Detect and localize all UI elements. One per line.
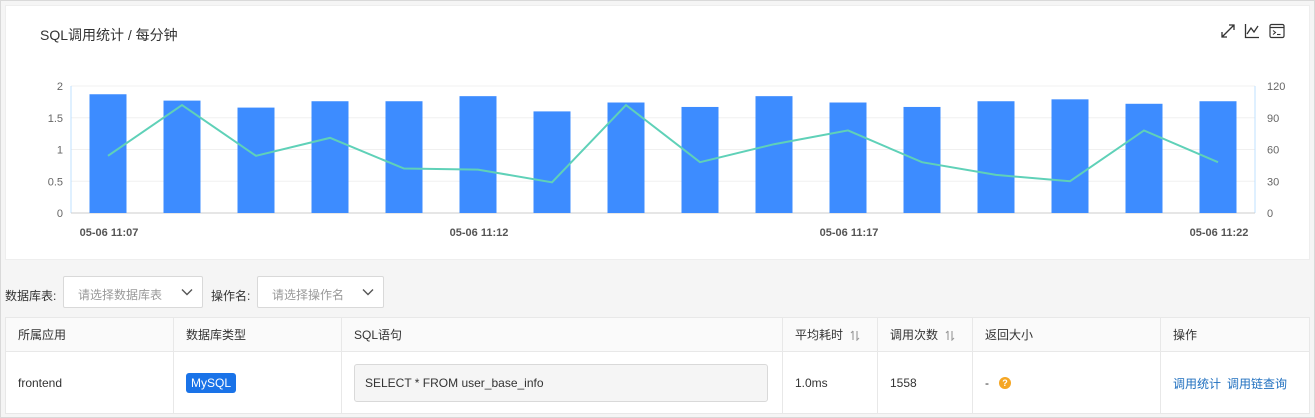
bar bbox=[903, 106, 941, 213]
bar bbox=[163, 100, 201, 213]
bar bbox=[1051, 99, 1089, 213]
chevron-down-icon bbox=[181, 289, 193, 296]
header-actions: 操作 bbox=[1161, 318, 1309, 352]
bar bbox=[459, 96, 497, 213]
operation-select[interactable]: 请选择操作名 bbox=[257, 276, 384, 308]
x-tick-label: 05-06 11:12 bbox=[450, 227, 509, 239]
y-left-tick-label: 0 bbox=[57, 208, 63, 220]
bar bbox=[237, 107, 275, 213]
sql-stats-panel: SQL调用统计 / 每分钟 0 0.5 1 1.5 2 0 30 60 90 120 05-06 1… bbox=[0, 0, 1315, 418]
header-calls[interactable]: 调用次数 bbox=[878, 318, 973, 352]
header-return-size: 返回大小 bbox=[973, 318, 1161, 352]
bar bbox=[311, 101, 349, 213]
cell-return-size: - ? bbox=[973, 352, 1161, 414]
sql-calls-chart: 0 0.5 1 1.5 2 0 30 60 90 120 05-06 11:07 05-06 11:1… bbox=[48, 81, 1286, 239]
db-table-select[interactable]: 请选择数据库表 bbox=[63, 276, 203, 308]
cell-actions: 调用统计 调用链查询 bbox=[1161, 352, 1309, 414]
sort-icon[interactable] bbox=[945, 330, 955, 342]
y-right-tick-label: 60 bbox=[1267, 145, 1279, 157]
header-avg-time-label: 平均耗时 bbox=[795, 328, 844, 342]
bar bbox=[755, 96, 793, 213]
y-left-tick-label: 1 bbox=[57, 145, 63, 157]
bar bbox=[533, 111, 571, 213]
sort-icon[interactable] bbox=[850, 330, 860, 342]
help-icon[interactable]: ? bbox=[999, 377, 1011, 389]
db-table-placeholder: 请选择数据库表 bbox=[78, 288, 163, 302]
return-size-value: - bbox=[985, 376, 989, 390]
header-app: 所属应用 bbox=[6, 318, 174, 352]
y-right-tick-label: 0 bbox=[1267, 208, 1273, 220]
cell-avg-time: 1.0ms bbox=[783, 352, 878, 414]
cell-sql: SELECT * FROM user_base_info bbox=[342, 352, 783, 414]
y-left-tick-label: 2 bbox=[57, 81, 63, 93]
call-stats-link[interactable]: 调用统计 bbox=[1173, 375, 1221, 392]
chart-card: SQL调用统计 / 每分钟 0 0.5 1 1.5 2 0 30 60 90 120 05-06 1… bbox=[5, 5, 1310, 260]
x-tick-label: 05-06 11:07 bbox=[80, 227, 139, 239]
bar bbox=[385, 101, 423, 213]
operation-placeholder: 请选择操作名 bbox=[272, 288, 345, 302]
header-sql: SQL语句 bbox=[342, 318, 783, 352]
trace-query-link[interactable]: 调用链查询 bbox=[1227, 375, 1287, 392]
x-tick-label: 05-06 11:22 bbox=[1190, 227, 1249, 239]
y-left-tick-label: 1.5 bbox=[48, 113, 63, 125]
chevron-down-icon bbox=[362, 289, 374, 296]
bar bbox=[977, 101, 1015, 213]
operation-label: 操作名: bbox=[211, 289, 251, 303]
bar bbox=[829, 102, 867, 213]
cell-db-type: MySQL bbox=[174, 352, 342, 414]
filter-bar: 数据库表: 请选择数据库表 操作名: 请选择操作名 bbox=[1, 276, 1315, 310]
sql-statement: SELECT * FROM user_base_info bbox=[354, 364, 768, 402]
header-calls-label: 调用次数 bbox=[890, 328, 939, 342]
sql-table: 所属应用 数据库类型 SQL语句 平均耗时 调用次数 返回大小 操作 front… bbox=[5, 317, 1310, 414]
header-avg-time[interactable]: 平均耗时 bbox=[783, 318, 878, 352]
x-tick-label: 05-06 11:17 bbox=[820, 227, 879, 239]
bar bbox=[89, 94, 127, 213]
y-right-tick-label: 120 bbox=[1267, 81, 1285, 93]
header-db-type: 数据库类型 bbox=[174, 318, 342, 352]
cell-app: frontend bbox=[6, 352, 174, 414]
db-type-badge: MySQL bbox=[186, 373, 237, 393]
y-right-tick-label: 30 bbox=[1267, 176, 1279, 188]
cell-calls: 1558 bbox=[878, 352, 973, 414]
y-left-tick-label: 0.5 bbox=[48, 176, 63, 188]
bar bbox=[1125, 103, 1163, 213]
db-table-label: 数据库表: bbox=[5, 289, 57, 303]
y-right-tick-label: 90 bbox=[1267, 113, 1279, 125]
